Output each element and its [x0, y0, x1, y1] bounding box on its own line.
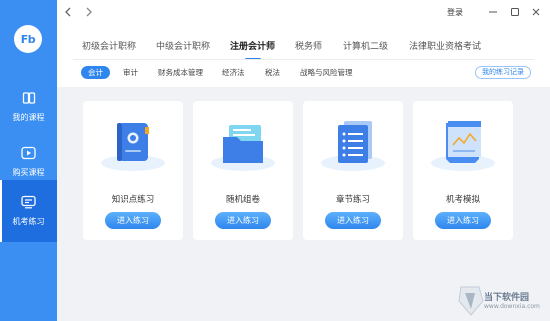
- exam-category-tabs: 初级会计职称 中级会计职称 注册会计师 税务师 计算机二级 法律职业资格考试: [57, 25, 550, 61]
- card-title: 机考模拟: [445, 195, 480, 205]
- sidebar-item-label: 我的课程: [12, 113, 45, 122]
- card-random-paper[interactable]: 随机组卷 进入练习: [193, 101, 293, 240]
- folder-icon: [211, 125, 275, 171]
- title-bar: 登录: [57, 0, 550, 25]
- subtab-accounting[interactable]: 会计: [81, 66, 110, 79]
- main-panel: 初级会计职称 中级会计职称 注册会计师 税务师 计算机二级 法律职业资格考试 会…: [57, 25, 550, 321]
- my-practice-record-button[interactable]: 我的练习记录: [475, 66, 531, 79]
- tab-junior-accountant[interactable]: 初级会计职称: [82, 39, 136, 52]
- maximize-icon[interactable]: [508, 5, 522, 19]
- app-logo: Fb: [14, 25, 42, 53]
- sidebar-item-label: 机考练习: [12, 217, 45, 226]
- card-title: 随机组卷: [225, 195, 260, 205]
- chart-paper-icon: [431, 121, 495, 171]
- tab-computer-level-2[interactable]: 计算机二级: [343, 39, 388, 52]
- forward-arrow-icon[interactable]: [82, 5, 96, 19]
- card-knowledge-practice[interactable]: 知识点练习 进入练习: [83, 101, 183, 240]
- exam-icon: [20, 194, 38, 210]
- sidebar: Fb 我的课程 购买课程 机考练习: [0, 0, 57, 321]
- sidebar-item-my-courses[interactable]: 我的课程: [0, 76, 57, 138]
- document-stack-icon: [321, 121, 385, 171]
- tab-cpa[interactable]: 注册会计师: [230, 39, 275, 52]
- card-title: 知识点练习: [111, 195, 155, 205]
- watermark-url: www.downxia.com: [484, 303, 540, 310]
- subtab-strategy-risk[interactable]: 战略与风险管理: [300, 66, 353, 79]
- card-exam-simulation[interactable]: 机考模拟 进入练习: [413, 101, 513, 240]
- minimize-icon[interactable]: [486, 5, 500, 19]
- login-link[interactable]: 登录: [447, 7, 463, 18]
- subtab-financial-cost-management[interactable]: 财务成本管理: [158, 66, 203, 79]
- subtab-tax-law[interactable]: 税法: [265, 66, 280, 79]
- sidebar-item-label: 购买课程: [12, 168, 45, 177]
- notebook-icon: [101, 123, 165, 171]
- tab-intermediate-accountant[interactable]: 中级会计职称: [156, 39, 210, 52]
- enter-practice-button[interactable]: 进入练习: [325, 212, 381, 229]
- card-chapter-practice[interactable]: 章节练习 进入练习: [303, 101, 403, 240]
- subtab-audit[interactable]: 审计: [123, 66, 138, 79]
- tab-tax-agent[interactable]: 税务师: [295, 39, 322, 52]
- enter-practice-button[interactable]: 进入练习: [105, 212, 161, 229]
- enter-practice-button[interactable]: 进入练习: [435, 212, 491, 229]
- play-icon: [20, 145, 38, 161]
- back-arrow-icon[interactable]: [61, 5, 75, 19]
- book-icon: [20, 90, 38, 106]
- card-title: 章节练习: [335, 195, 370, 205]
- tabs-divider: [73, 59, 534, 60]
- sidebar-item-exam-practice[interactable]: 机考练习: [0, 180, 57, 242]
- tab-legal-qualification[interactable]: 法律职业资格考试: [409, 39, 481, 52]
- watermark-text: 当下软件园: [484, 293, 530, 303]
- close-icon[interactable]: [529, 5, 543, 19]
- subtab-economic-law[interactable]: 经济法: [222, 66, 245, 79]
- enter-practice-button[interactable]: 进入练习: [215, 212, 271, 229]
